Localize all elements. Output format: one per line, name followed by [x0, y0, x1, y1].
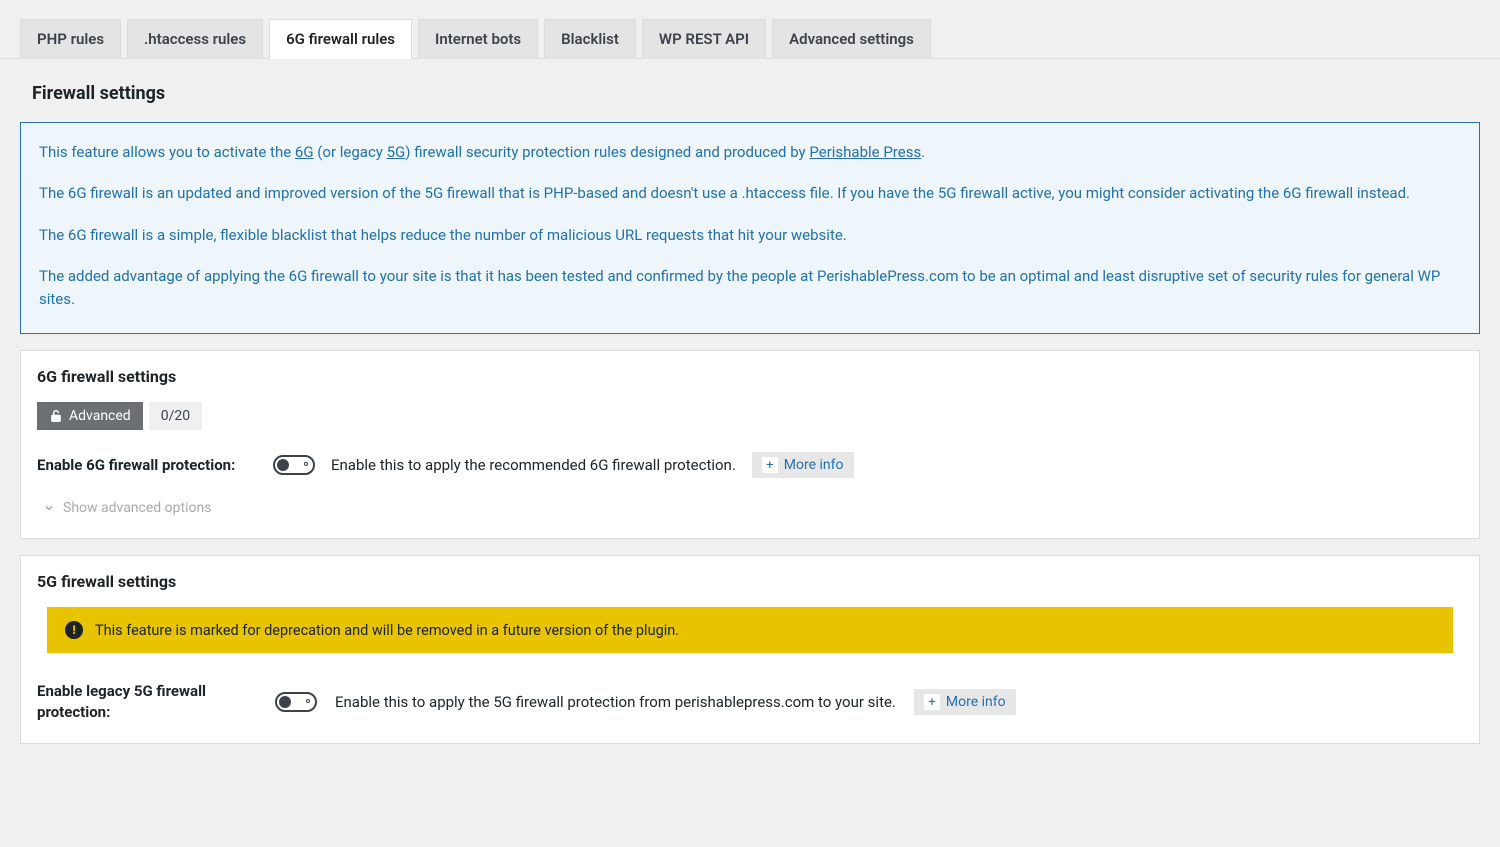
plus-icon: + — [762, 457, 778, 473]
toggle-6g-firewall[interactable] — [273, 455, 315, 475]
tab-blacklist[interactable]: Blacklist — [544, 19, 636, 59]
toggle-knob — [279, 696, 291, 708]
setting-row-5g: Enable legacy 5G firewall protection: En… — [37, 681, 1463, 723]
more-info-5g-button[interactable]: + More info — [914, 689, 1016, 715]
toggle-dot — [304, 462, 308, 466]
show-advanced-options-toggle[interactable]: Show advanced options — [37, 500, 211, 516]
tab-bar: PHP rules .htaccess rules 6G firewall ru… — [0, 0, 1500, 59]
info-paragraph-4: The added advantage of applying the 6G f… — [39, 265, 1461, 312]
deprecation-warning: ! This feature is marked for deprecation… — [47, 607, 1453, 653]
panel-6g-settings: 6G firewall settings Advanced 0/20 Enabl… — [20, 350, 1480, 539]
advanced-badge[interactable]: Advanced — [37, 402, 143, 430]
info-text: . — [921, 143, 925, 161]
tab-wp-rest-api[interactable]: WP REST API — [642, 19, 766, 59]
tab-6g-firewall-rules[interactable]: 6G firewall rules — [269, 19, 412, 59]
link-perishable-press[interactable]: Perishable Press — [809, 143, 921, 161]
info-text: This feature allows you to activate the — [39, 143, 295, 161]
panel-5g-title: 5G firewall settings — [37, 572, 1463, 591]
more-info-label: More info — [946, 694, 1006, 710]
setting-row-6g: Enable 6G firewall protection: Enable th… — [37, 452, 1463, 478]
setting-desc-5g: Enable this to apply the 5G firewall pro… — [335, 693, 896, 711]
info-paragraph-3: The 6G firewall is a simple, flexible bl… — [39, 224, 1461, 247]
info-text: ) firewall security protection rules des… — [405, 143, 809, 161]
tab-internet-bots[interactable]: Internet bots — [418, 19, 538, 59]
toggle-dot — [306, 699, 310, 703]
advanced-count-badge: 0/20 — [149, 402, 202, 430]
badge-row: Advanced 0/20 — [37, 402, 1463, 430]
plus-icon: + — [924, 694, 940, 710]
toggle-knob — [277, 459, 289, 471]
more-info-label: More info — [784, 457, 844, 473]
show-advanced-label: Show advanced options — [63, 500, 211, 516]
info-paragraph-2: The 6G firewall is an updated and improv… — [39, 182, 1461, 205]
panel-6g-title: 6G firewall settings — [37, 367, 1463, 386]
more-info-6g-button[interactable]: + More info — [752, 452, 854, 478]
content-area: Firewall settings This feature allows yo… — [0, 59, 1500, 764]
tab-advanced-settings[interactable]: Advanced settings — [772, 19, 931, 59]
tab-htaccess-rules[interactable]: .htaccess rules — [127, 19, 263, 59]
page-title: Firewall settings — [32, 83, 1480, 104]
warning-icon: ! — [65, 621, 83, 639]
link-6g[interactable]: 6G — [295, 143, 314, 161]
info-text: (or legacy — [314, 143, 387, 161]
lock-open-icon — [49, 409, 63, 423]
link-5g[interactable]: 5G — [387, 143, 406, 161]
advanced-badge-label: Advanced — [69, 408, 131, 424]
toggle-5g-firewall[interactable] — [275, 692, 317, 712]
chevron-down-icon — [43, 502, 55, 514]
panel-5g-settings: 5G firewall settings ! This feature is m… — [20, 555, 1480, 744]
setting-desc-6g: Enable this to apply the recommended 6G … — [331, 456, 736, 474]
setting-label-5g: Enable legacy 5G firewall protection: — [37, 681, 257, 723]
info-paragraph-1: This feature allows you to activate the … — [39, 141, 1461, 164]
setting-label-6g: Enable 6G firewall protection: — [37, 456, 257, 474]
info-box: This feature allows you to activate the … — [20, 122, 1480, 334]
tab-php-rules[interactable]: PHP rules — [20, 19, 121, 59]
warning-text: This feature is marked for deprecation a… — [95, 622, 679, 639]
